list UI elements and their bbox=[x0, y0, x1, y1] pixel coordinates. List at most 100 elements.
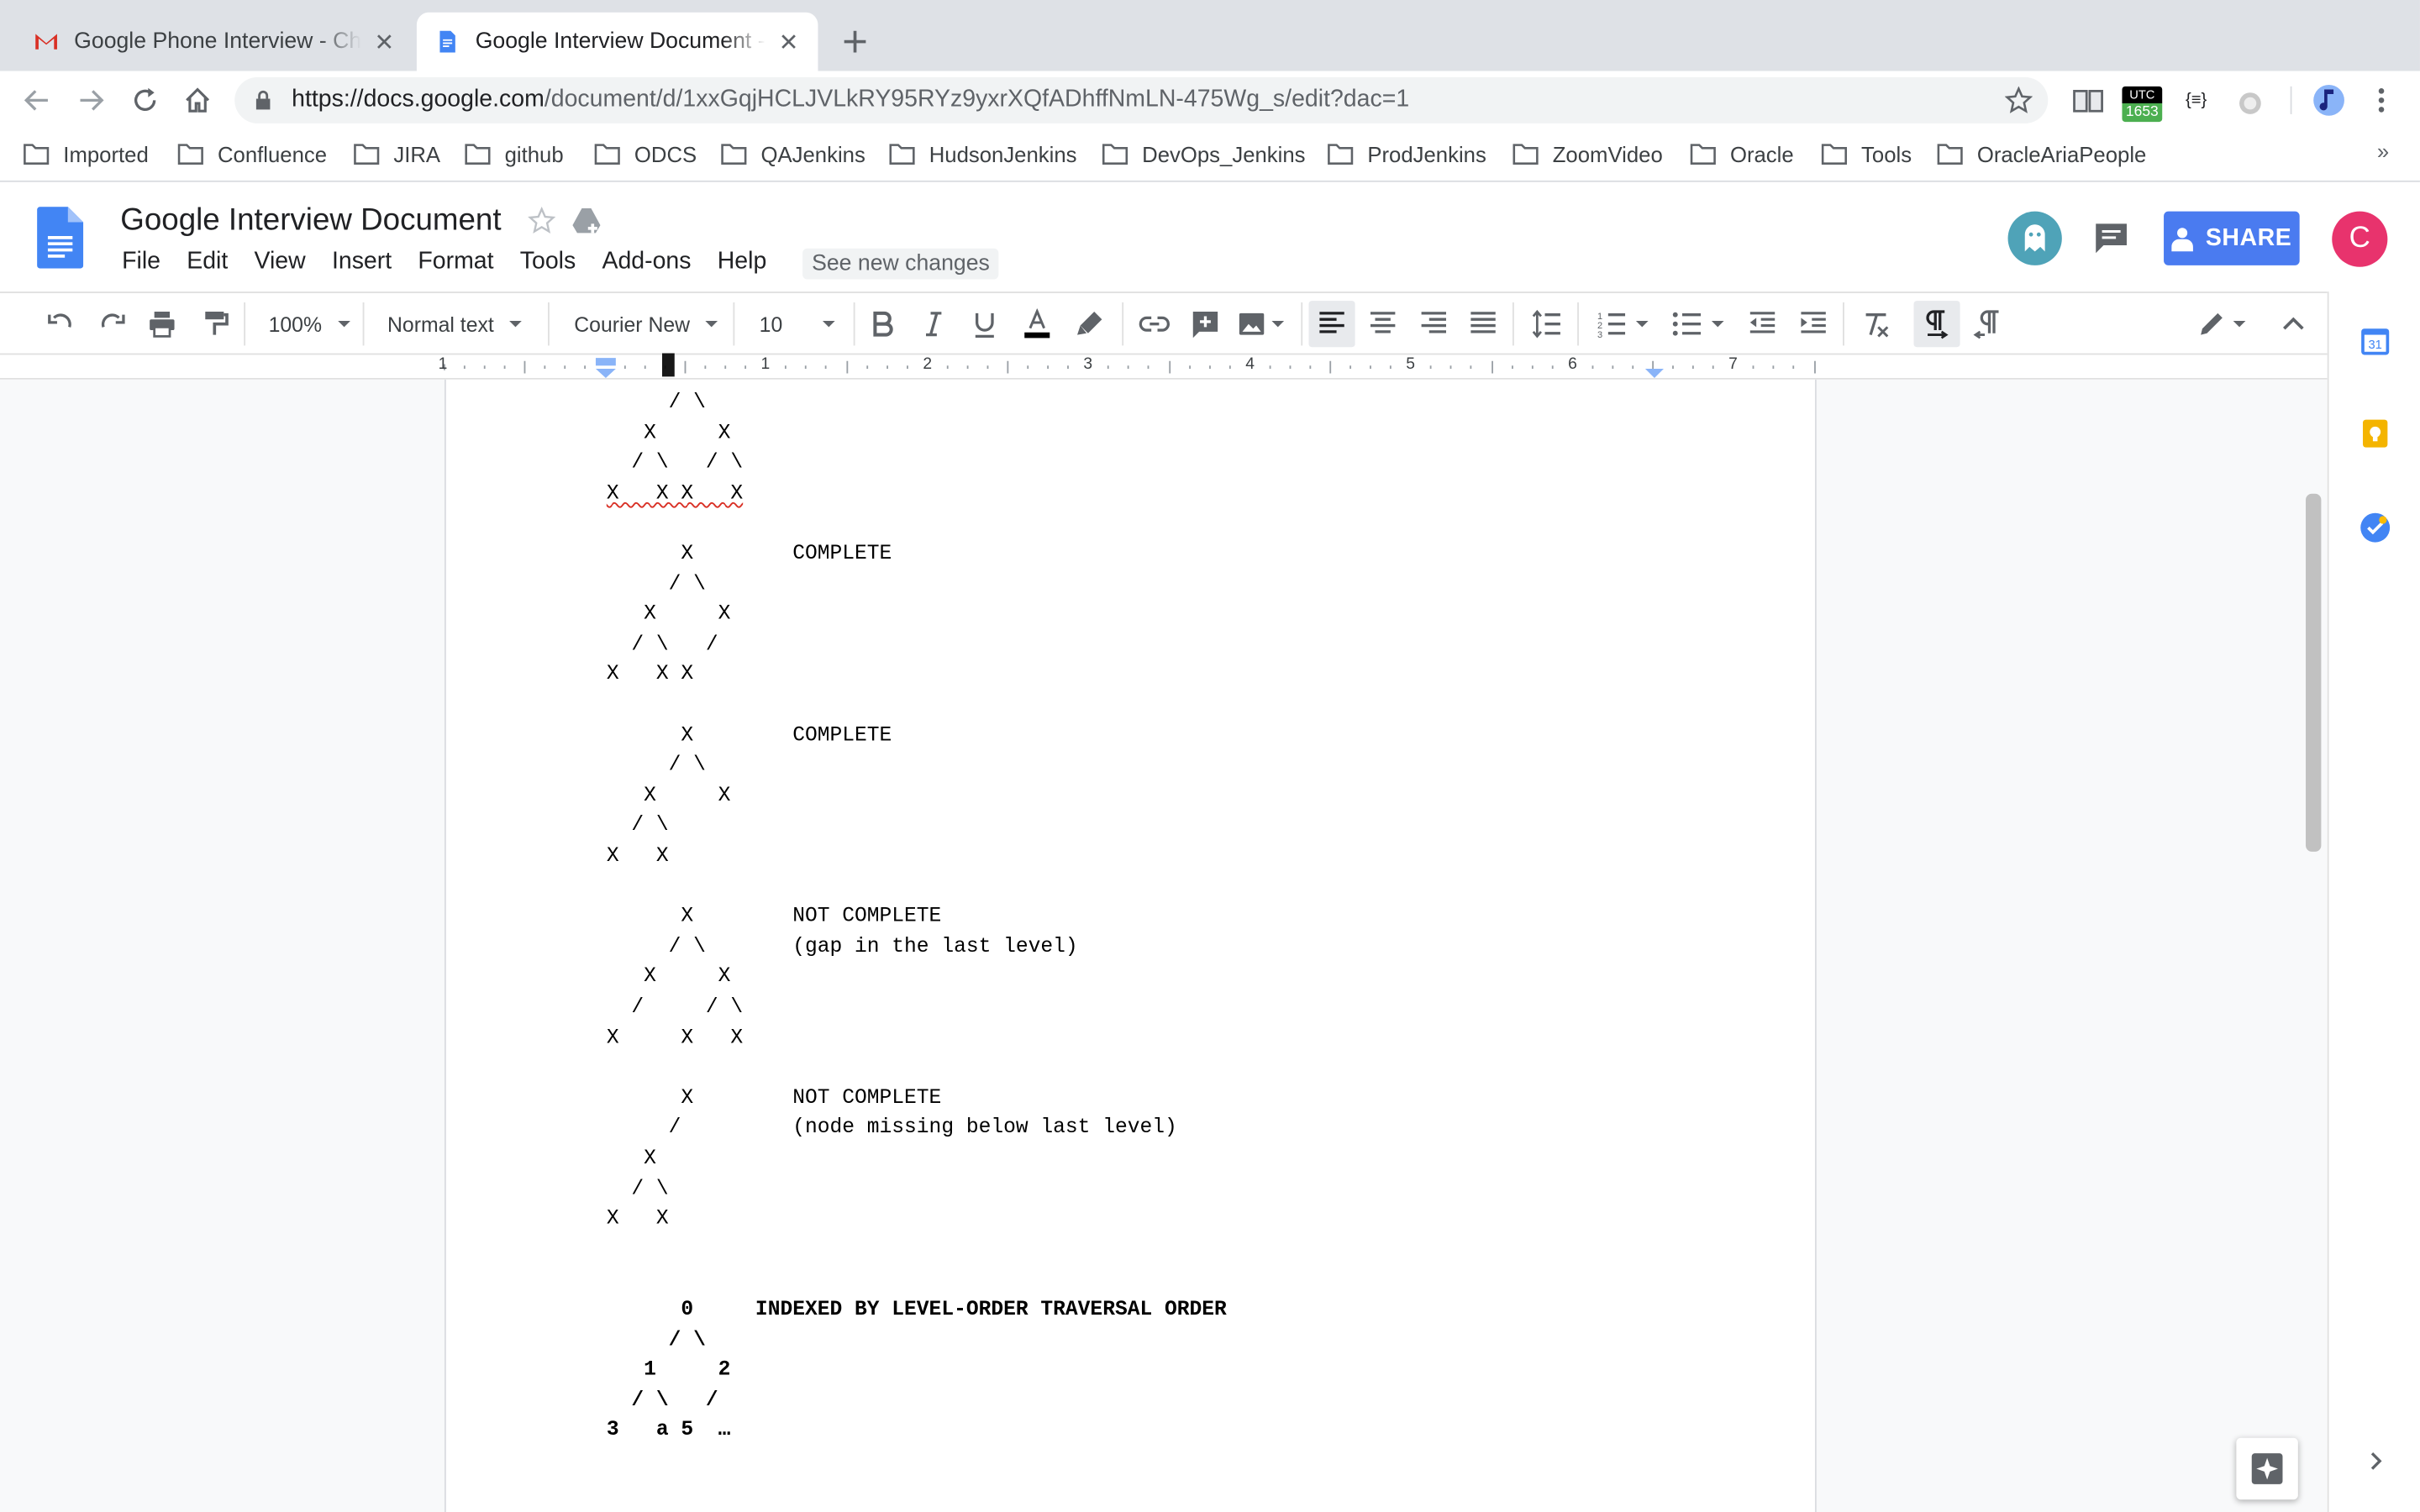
tab-docs[interactable]: Google Interview Document - Google Docs bbox=[416, 12, 818, 71]
align-justify-button[interactable] bbox=[1466, 307, 1500, 341]
tab-gmail[interactable]: Google Phone Interview - Chad bbox=[15, 13, 413, 71]
document-page[interactable]: █ / \ X X / \ / \ X X X X X COMPLETE / \ … bbox=[444, 354, 1817, 1512]
home-icon[interactable] bbox=[181, 83, 214, 117]
align-left-button[interactable] bbox=[1308, 301, 1355, 348]
rtl-paragraph-button[interactable] bbox=[1970, 307, 2004, 341]
menu-help[interactable]: Help bbox=[718, 249, 767, 276]
expand-panel-icon[interactable] bbox=[2360, 1446, 2391, 1477]
document-line: X X bbox=[606, 422, 731, 446]
reload-icon[interactable] bbox=[128, 83, 161, 117]
account-avatar[interactable]: C bbox=[2332, 211, 2388, 267]
reader-extension-icon[interactable] bbox=[2071, 83, 2105, 117]
bookmark-folder-qajenkins[interactable]: QAJenkins bbox=[721, 139, 865, 170]
bookmark-folder-hudsonjenkins[interactable]: HudsonJenkins bbox=[889, 139, 1077, 170]
paragraph-style-select[interactable]: Normal text bbox=[387, 308, 522, 339]
calendar-icon[interactable]: 31 bbox=[2360, 326, 2391, 357]
bookmark-folder-github[interactable]: github bbox=[465, 139, 564, 170]
bookmarks-overflow-chevron[interactable]: » bbox=[2377, 139, 2389, 163]
decrease-indent-button[interactable] bbox=[1745, 307, 1779, 341]
forward-icon[interactable] bbox=[74, 83, 108, 117]
keep-icon[interactable] bbox=[2360, 418, 2391, 449]
circle-extension-icon[interactable] bbox=[2236, 83, 2264, 117]
see-new-changes-button[interactable]: See new changes bbox=[802, 248, 999, 280]
align-center-button[interactable] bbox=[1365, 307, 1399, 341]
insert-link-button[interactable] bbox=[1138, 307, 1171, 341]
undo-button[interactable] bbox=[43, 307, 76, 341]
bookmark-folder-oraclearia[interactable]: OracleAriaPeople bbox=[1937, 139, 2146, 170]
utc-clock-extension[interactable]: UTC 1653 bbox=[2122, 86, 2163, 123]
json-formatter-icon[interactable]: {≡} bbox=[2179, 83, 2212, 117]
editing-mode-dropdown[interactable] bbox=[2233, 308, 2246, 339]
bookmark-folder-oracle[interactable]: Oracle bbox=[1690, 139, 1794, 170]
text-color-button[interactable] bbox=[1020, 307, 1054, 341]
formatting-toolbar: 100% Normal text Courier New 10 123 bbox=[0, 291, 2328, 355]
bookmark-star-icon[interactable] bbox=[2004, 86, 2033, 114]
insert-image-button[interactable] bbox=[1234, 307, 1268, 341]
bookmark-folder-confluence[interactable]: Confluence bbox=[177, 139, 327, 170]
menu-insert[interactable]: Insert bbox=[332, 249, 392, 276]
close-icon[interactable] bbox=[373, 31, 395, 53]
bookmark-label: Confluence bbox=[217, 141, 328, 167]
left-indent-marker[interactable] bbox=[595, 368, 616, 378]
profile-icon[interactable] bbox=[2312, 83, 2345, 117]
document-line: X X X bbox=[606, 1026, 744, 1051]
underline-button[interactable] bbox=[968, 307, 1002, 341]
numbered-list-dropdown[interactable] bbox=[1635, 308, 1649, 339]
bookmark-folder-zoomvideo[interactable]: ZoomVideo bbox=[1512, 139, 1663, 170]
document-title[interactable]: Google Interview Document bbox=[120, 203, 501, 239]
menu-view[interactable]: View bbox=[255, 249, 306, 276]
zoom-select[interactable]: 100% bbox=[269, 308, 350, 339]
collaborator-avatar[interactable] bbox=[2007, 211, 2062, 265]
tasks-icon[interactable] bbox=[2360, 512, 2391, 543]
redo-icon bbox=[101, 313, 125, 328]
bookmark-folder-prodjenkins[interactable]: ProdJenkins bbox=[1328, 139, 1486, 170]
hide-menus-button[interactable] bbox=[2276, 307, 2310, 341]
bold-button[interactable] bbox=[865, 307, 899, 341]
new-tab-icon[interactable] bbox=[836, 24, 873, 60]
menu-file[interactable]: File bbox=[122, 249, 160, 276]
menu-bar: File Edit View Insert Format Tools Add-o… bbox=[122, 249, 792, 276]
move-to-folder-icon[interactable] bbox=[572, 207, 602, 236]
highlight-color-button[interactable] bbox=[1073, 307, 1107, 341]
redo-button[interactable] bbox=[96, 307, 129, 341]
menu-addons[interactable]: Add-ons bbox=[602, 249, 691, 276]
font-family-select[interactable]: Courier New bbox=[574, 308, 718, 339]
back-icon[interactable] bbox=[20, 83, 54, 117]
numbered-list-button[interactable]: 123 bbox=[1594, 307, 1628, 341]
clear-formatting-button[interactable] bbox=[1858, 307, 1891, 341]
chrome-menu-icon[interactable] bbox=[2367, 83, 2395, 117]
font-size-select[interactable]: 10 bbox=[760, 308, 835, 339]
paint-format-button[interactable] bbox=[197, 307, 231, 341]
explore-button[interactable] bbox=[2236, 1437, 2298, 1500]
print-button[interactable] bbox=[145, 307, 179, 341]
ruler[interactable]: 1 1 2 3 4 5 6 7 bbox=[0, 354, 2328, 380]
comments-icon[interactable] bbox=[2093, 219, 2130, 256]
increase-indent-button[interactable] bbox=[1797, 307, 1830, 341]
bookmark-folder-devops-jenkins[interactable]: DevOps_Jenkins bbox=[1102, 139, 1306, 170]
menu-edit[interactable]: Edit bbox=[187, 249, 228, 276]
line-spacing-button[interactable] bbox=[1529, 307, 1563, 341]
address-bar[interactable]: https://docs.google.com/document/d/1xxGq… bbox=[234, 76, 2049, 123]
document-scrollbar[interactable] bbox=[2306, 493, 2322, 852]
menu-format[interactable]: Format bbox=[418, 249, 493, 276]
close-icon[interactable] bbox=[778, 31, 800, 53]
star-icon[interactable] bbox=[528, 207, 556, 234]
image-options-dropdown[interactable] bbox=[1271, 308, 1285, 339]
share-button[interactable]: SHARE bbox=[2164, 211, 2300, 265]
chevron-down-icon bbox=[705, 321, 718, 328]
editing-mode-button[interactable] bbox=[2195, 307, 2228, 341]
right-indent-marker[interactable] bbox=[1644, 368, 1664, 378]
bulleted-list-button[interactable] bbox=[1670, 307, 1703, 341]
bookmark-folder-jira[interactable]: JIRA bbox=[354, 139, 440, 170]
bookmark-folder-odcs[interactable]: ODCS bbox=[594, 139, 697, 170]
bookmark-folder-tools[interactable]: Tools bbox=[1821, 139, 1912, 170]
menu-tools[interactable]: Tools bbox=[520, 249, 576, 276]
ltr-paragraph-button[interactable] bbox=[1913, 301, 1960, 348]
align-right-button[interactable] bbox=[1417, 307, 1450, 341]
insert-comment-button[interactable] bbox=[1188, 307, 1222, 341]
bookmark-folder-imported[interactable]: Imported bbox=[24, 139, 149, 170]
docs-logo-icon[interactable] bbox=[37, 207, 84, 269]
bulleted-list-dropdown[interactable] bbox=[1711, 308, 1724, 339]
first-line-indent-marker[interactable] bbox=[595, 358, 616, 366]
italic-button[interactable] bbox=[917, 307, 950, 341]
